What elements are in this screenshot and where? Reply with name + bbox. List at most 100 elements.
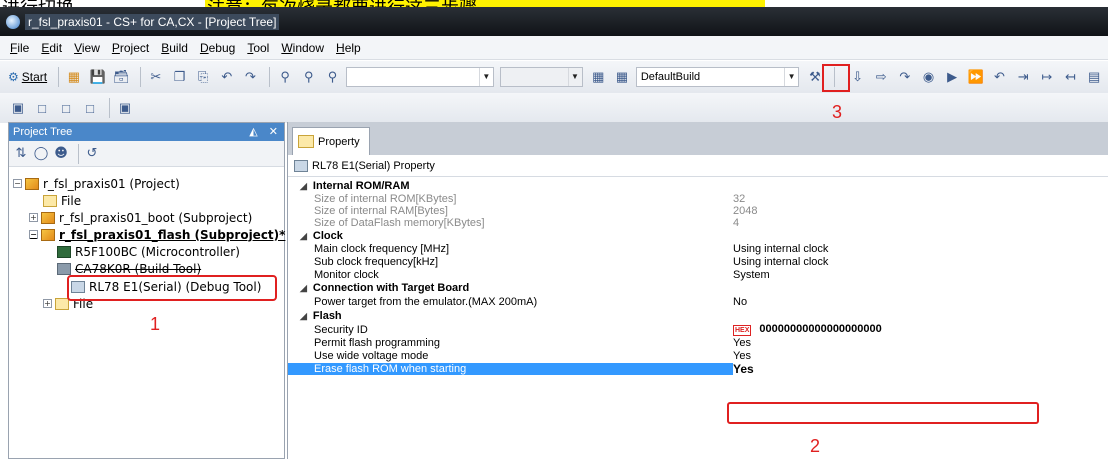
property-row[interactable]: Permit flash programming Yes <box>288 336 1108 349</box>
save-icon[interactable]: 💾 <box>88 68 108 86</box>
property-name: Sub clock frequency[kHz] <box>314 255 439 268</box>
undo-icon[interactable]: ↶ <box>217 68 237 86</box>
property-name: Permit flash programming <box>314 336 440 349</box>
subproject-icon <box>41 211 55 224</box>
filter-icon[interactable]: ◯ <box>33 145 49 163</box>
download-icon[interactable]: ⇩ <box>848 68 868 86</box>
tree-node-boot-subproject[interactable]: + r_fsl_praxis01_boot (Subproject) <box>29 209 252 226</box>
toolbar-separator <box>269 67 271 87</box>
menu-build[interactable]: Build <box>161 41 188 55</box>
property-row[interactable]: Power target from the emulator.(MAX 200m… <box>288 295 1108 308</box>
comment-icon[interactable]: □ <box>56 99 76 117</box>
download-debug-icon[interactable]: ⇨ <box>871 68 891 86</box>
property-name: Flash <box>312 309 342 322</box>
menu-edit[interactable]: Edit <box>41 41 62 55</box>
menu-help[interactable]: Help <box>336 41 361 55</box>
property-row[interactable]: Sub clock frequency[kHz] Using internal … <box>288 255 1108 268</box>
rebuild-icon[interactable]: ▦ <box>612 68 632 86</box>
new-file-icon[interactable]: ▦ <box>64 68 84 86</box>
property-name: Power target from the emulator.(MAX 200m… <box>314 295 538 308</box>
property-row[interactable]: Use wide voltage mode Yes <box>288 349 1108 362</box>
tree-node-file[interactable]: File <box>43 192 81 209</box>
main-toolbar: ⚙ Start ▦ 💾 🗃 ✂ ❐ ⎘ ↶ ↷ ⚲ ⚲ ⚲ ▼ ▼ ▦ ▦ De… <box>0 61 1108 93</box>
step-over-icon[interactable]: ↦ <box>1037 68 1057 86</box>
property-tab-icon <box>298 135 314 148</box>
layout-icon[interactable]: ▣ <box>115 99 135 117</box>
paste-icon[interactable]: ⎘ <box>193 68 213 86</box>
collapse-icon[interactable]: ◢ <box>300 311 307 321</box>
subproject-icon <box>41 228 55 241</box>
property-value[interactable]: Yes <box>733 362 1108 376</box>
expand-icon[interactable]: + <box>29 213 38 222</box>
menu-view[interactable]: View <box>74 41 100 55</box>
property-row[interactable]: Main clock frequency [MHz] Using interna… <box>288 243 1108 255</box>
menu-window[interactable]: Window <box>281 41 324 55</box>
step-out-icon[interactable]: ↤ <box>1061 68 1081 86</box>
app-icon <box>6 14 20 29</box>
menu-file[interactable]: File <box>10 41 29 55</box>
property-row[interactable]: Security ID HEX 00000000000000000000 <box>288 323 1108 336</box>
comment-icon[interactable]: □ <box>32 99 52 117</box>
tree-node-flash-subproject[interactable]: − r_fsl_praxis01_flash (Subproject)* <box>29 226 285 243</box>
annotation-box-2 <box>727 402 1039 424</box>
property-row[interactable]: Size of internal RAM[Bytes] 2048 <box>288 204 1108 217</box>
save-all-icon[interactable]: 🗃 <box>111 68 131 86</box>
tree-node-project[interactable]: − r_fsl_praxis01 (Project) <box>13 175 180 192</box>
property-name: Security ID <box>314 323 368 336</box>
replace-icon[interactable]: ⚲ <box>323 68 343 86</box>
category-clock[interactable]: ◢ Clock <box>288 229 1108 242</box>
comment-icon[interactable]: □ <box>80 99 100 117</box>
chevron-down-icon: ▼ <box>784 68 798 86</box>
collapse-icon[interactable]: − <box>29 230 38 239</box>
chevron-down-icon: ▼ <box>567 68 582 86</box>
menu-tool[interactable]: Tool <box>247 41 269 55</box>
find-icon[interactable]: ⚲ <box>275 68 295 86</box>
category-flash[interactable]: ◢ Flash <box>288 309 1108 322</box>
sort-icon[interactable]: ⇅ <box>13 145 29 163</box>
property-name: Use wide voltage mode <box>314 349 429 362</box>
property-row-selected[interactable]: Erase flash ROM when starting Yes <box>288 362 1108 376</box>
more-icon[interactable]: ▤ <box>1084 68 1104 86</box>
build-config-combo[interactable]: DefaultBuild ▼ <box>635 67 800 87</box>
menu-project[interactable]: Project <box>112 41 149 55</box>
pin-icon[interactable]: ◭ <box>249 126 257 138</box>
debug-tool-icon <box>294 159 308 172</box>
property-row[interactable]: Monitor clock System <box>288 269 1108 281</box>
collapse-icon[interactable]: ◢ <box>300 181 307 191</box>
property-name: Size of internal RAM[Bytes] <box>314 204 448 217</box>
expand-icon[interactable]: + <box>43 299 52 308</box>
property-name: Internal ROM/RAM <box>312 179 410 192</box>
property-name: Clock <box>312 229 343 242</box>
collapse-icon[interactable]: ◢ <box>300 283 307 293</box>
user-icon[interactable]: ☻ <box>53 145 69 163</box>
start-button[interactable]: ⚙ Start <box>8 70 47 84</box>
restart-icon[interactable]: ↶ <box>990 68 1010 86</box>
tab-property[interactable]: Property <box>292 127 370 155</box>
category-internal-rom-ram[interactable]: ◢ Internal ROM/RAM <box>288 179 1108 192</box>
search-combo[interactable]: ▼ <box>346 67 494 87</box>
property-header-label: RL78 E1(Serial) Property <box>312 159 435 172</box>
category-connection[interactable]: ◢ Connection with Target Board <box>288 282 1108 294</box>
property-row[interactable]: Size of DataFlash memory[KBytes] 4 <box>288 217 1108 229</box>
stop-icon[interactable]: ◉ <box>919 68 939 86</box>
build-config-value: DefaultBuild <box>640 71 701 83</box>
window-icon[interactable]: ▣ <box>8 99 28 117</box>
refresh-icon[interactable]: ↺ <box>84 145 100 163</box>
build-icon[interactable]: ▦ <box>589 68 609 86</box>
collapse-icon[interactable]: ◢ <box>300 231 307 241</box>
run-icon[interactable]: ⏩ <box>966 68 986 86</box>
tree-node-microcontroller[interactable]: R5F100BC (Microcontroller) <box>57 243 240 260</box>
menu-bar: File Edit View Project Build Debug Tool … <box>0 36 1108 60</box>
collapse-icon[interactable]: − <box>13 179 22 188</box>
copy-icon[interactable]: ❐ <box>170 68 190 86</box>
reset-icon[interactable]: ↷ <box>895 68 915 86</box>
property-row[interactable]: Size of internal ROM[KBytes] 32 <box>288 193 1108 205</box>
redo-icon[interactable]: ↷ <box>241 68 261 86</box>
menu-debug[interactable]: Debug <box>200 41 235 55</box>
project-tree-title: Project Tree <box>13 126 73 138</box>
find-in-files-icon[interactable]: ⚲ <box>299 68 319 86</box>
step-in-icon[interactable]: ⇥ <box>1013 68 1033 86</box>
cut-icon[interactable]: ✂ <box>146 68 166 86</box>
go-icon[interactable]: ▶ <box>942 68 962 86</box>
close-icon[interactable]: ✕ <box>269 126 278 138</box>
